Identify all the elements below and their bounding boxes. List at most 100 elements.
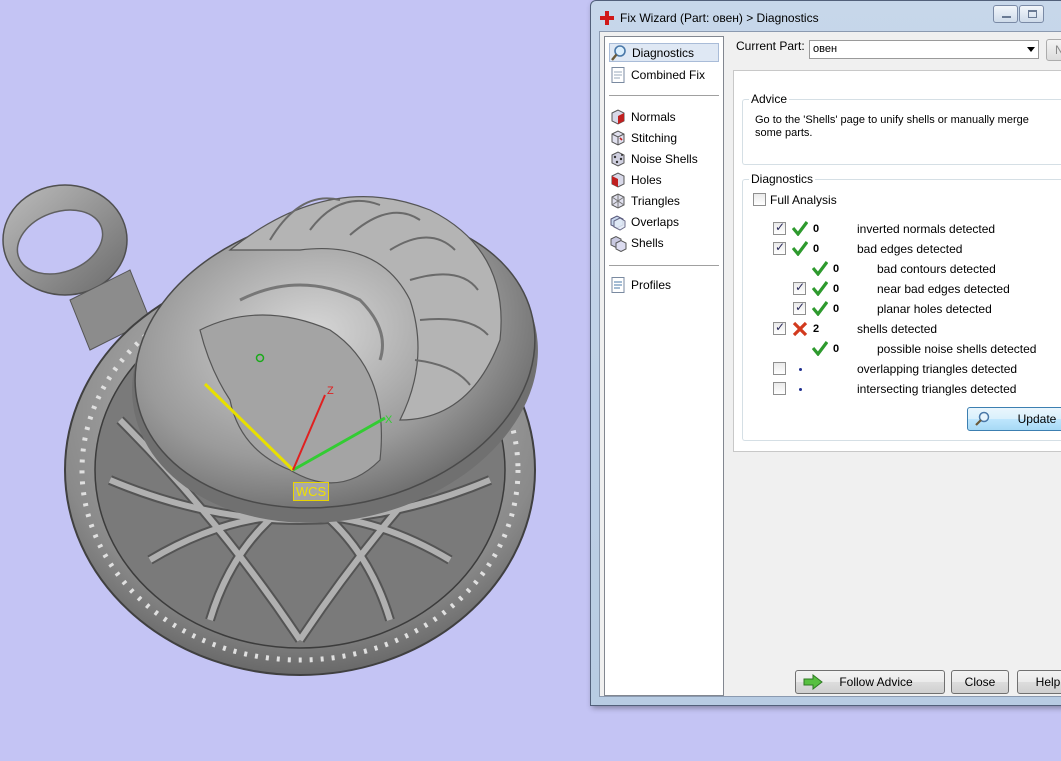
diag-label: overlapping triangles detected — [857, 362, 1018, 376]
diag-label: shells detected — [857, 322, 938, 336]
x-axis-label: X — [385, 414, 393, 426]
diag-label: bad edges detected — [857, 242, 963, 256]
check-mark-icon — [792, 241, 808, 256]
diag-label: intersecting triangles detected — [857, 382, 1017, 396]
nav-label-holes: Holes — [631, 172, 662, 187]
diag-checkbox-planar-holes[interactable] — [793, 300, 806, 315]
nav-label-shells: Shells — [631, 235, 664, 250]
diag-label: near bad edges detected — [877, 282, 1010, 296]
x-mark-icon — [792, 321, 808, 337]
diag-count: 0 — [833, 263, 840, 275]
holes-cube-icon — [611, 171, 625, 188]
not-run-dot-icon — [799, 368, 802, 371]
diag-count: 0 — [833, 283, 840, 295]
advice-text: Go to the 'Shells' page to unify shells … — [755, 114, 1029, 139]
stitching-cube-icon — [611, 129, 625, 146]
diagnostics-group: Diagnostics Full Analysis 0 inverted nor… — [742, 172, 1061, 441]
diag-checkbox-intersecting-triangles[interactable] — [773, 382, 786, 395]
z-axis-label: Z — [327, 385, 334, 397]
diag-checkbox-overlapping-triangles[interactable] — [773, 362, 786, 375]
nav-item-combined-fix[interactable]: Combined Fix — [609, 65, 719, 84]
diag-checkbox-shells[interactable] — [773, 320, 786, 335]
full-analysis-checkbox[interactable] — [753, 193, 766, 206]
wcs-label: WCS — [293, 482, 329, 501]
current-part-select[interactable]: овен — [809, 40, 1039, 59]
current-part-label: Current Part: — [736, 39, 805, 53]
nav-label-normals: Normals — [631, 109, 676, 124]
nav-item-diagnostics[interactable]: Diagnostics — [609, 43, 719, 62]
nav-label-stitching: Stitching — [631, 130, 678, 145]
check-mark-icon — [812, 301, 828, 316]
nav-item-stitching[interactable]: Stitching — [609, 128, 719, 147]
3d-viewport[interactable]: Z X WCS — [0, 0, 590, 761]
nav-item-shells[interactable]: Shells — [609, 233, 719, 252]
update-button-label: Update — [1017, 412, 1057, 426]
not-run-dot-icon — [799, 388, 802, 391]
window-title: Fix Wizard (Part: овен) > Diagnostics — [620, 11, 819, 25]
nav-divider — [609, 95, 719, 96]
fix-wizard-dialog: Fix Wizard (Part: овен) > Diagnostics Di… — [590, 0, 1061, 706]
check-mark-icon — [792, 221, 808, 236]
profiles-document-icon — [611, 276, 625, 293]
nav-label-combined-fix: Combined Fix — [631, 67, 706, 82]
advice-group: Advice Go to the 'Shells' page to unify … — [742, 92, 1061, 165]
full-analysis-label: Full Analysis — [770, 193, 837, 207]
help-button[interactable]: Help — [1017, 670, 1061, 694]
page-navigation: Diagnostics Combined Fix Normals Stitchi… — [604, 36, 724, 696]
diag-label: inverted normals detected — [857, 222, 996, 236]
nav-item-holes[interactable]: Holes — [609, 170, 719, 189]
red-cross-icon — [600, 11, 614, 25]
minimize-icon — [1002, 16, 1011, 18]
nav-label-profiles: Profiles — [631, 277, 672, 292]
diag-count: 0 — [813, 223, 820, 235]
diag-checkbox-near-bad-edges[interactable] — [793, 280, 806, 295]
magnifier-icon — [611, 44, 626, 61]
chevron-down-icon — [1027, 47, 1035, 52]
pendant-model — [2, 184, 538, 676]
diagnostics-title: Diagnostics — [749, 172, 816, 186]
diag-count: 0 — [813, 243, 820, 255]
follow-advice-button[interactable]: Follow Advice — [795, 670, 945, 694]
diag-label: bad contours detected — [877, 262, 996, 276]
diagnostics-page: Advice Go to the 'Shells' page to unify … — [733, 70, 1061, 452]
normals-cube-icon — [611, 108, 625, 125]
diag-checkbox-inverted-normals[interactable] — [773, 220, 786, 235]
current-part-value: овен — [813, 43, 838, 55]
diag-count: 0 — [833, 303, 840, 315]
nav-item-noise-shells[interactable]: Noise Shells — [609, 149, 719, 168]
nav-item-profiles[interactable]: Profiles — [609, 275, 719, 294]
noise-shells-icon — [611, 150, 625, 167]
title-bar[interactable]: Fix Wizard (Part: овен) > Diagnostics — [591, 1, 1061, 33]
check-mark-icon — [812, 281, 828, 296]
nav-label-noise-shells: Noise Shells — [631, 151, 698, 166]
dialog-client-area: Diagnostics Combined Fix Normals Stitchi… — [599, 31, 1061, 697]
nav-label-triangles: Triangles — [631, 193, 680, 208]
nav-item-normals[interactable]: Normals — [609, 107, 719, 126]
magnifier-icon — [975, 411, 990, 426]
diag-checkbox-bad-edges[interactable] — [773, 240, 786, 255]
diag-label: planar holes detected — [877, 302, 992, 316]
diag-count: 2 — [813, 323, 820, 335]
check-mark-icon — [812, 261, 828, 276]
maximize-icon — [1028, 10, 1037, 18]
nav-item-triangles[interactable]: Triangles — [609, 191, 719, 210]
shells-icon — [610, 235, 627, 252]
diag-label: possible noise shells detected — [877, 342, 1037, 356]
nav-label-diagnostics: Diagnostics — [632, 45, 695, 60]
follow-advice-label: Follow Advice — [839, 675, 913, 689]
nav-divider — [609, 265, 719, 266]
diag-count: 0 — [833, 343, 840, 355]
advice-title: Advice — [749, 92, 790, 106]
check-mark-icon — [812, 341, 828, 356]
maximize-button[interactable] — [1019, 5, 1044, 23]
overlaps-icon — [610, 214, 626, 231]
nav-item-overlaps[interactable]: Overlaps — [609, 212, 719, 231]
update-button[interactable]: Update — [967, 407, 1061, 431]
green-arrow-icon — [803, 674, 823, 690]
minimize-button[interactable] — [993, 5, 1018, 23]
triangles-cube-icon — [611, 192, 625, 209]
document-icon — [611, 66, 625, 83]
next-part-button[interactable]: N — [1046, 39, 1061, 61]
nav-label-overlaps: Overlaps — [631, 214, 680, 229]
close-button[interactable]: Close — [951, 670, 1009, 694]
